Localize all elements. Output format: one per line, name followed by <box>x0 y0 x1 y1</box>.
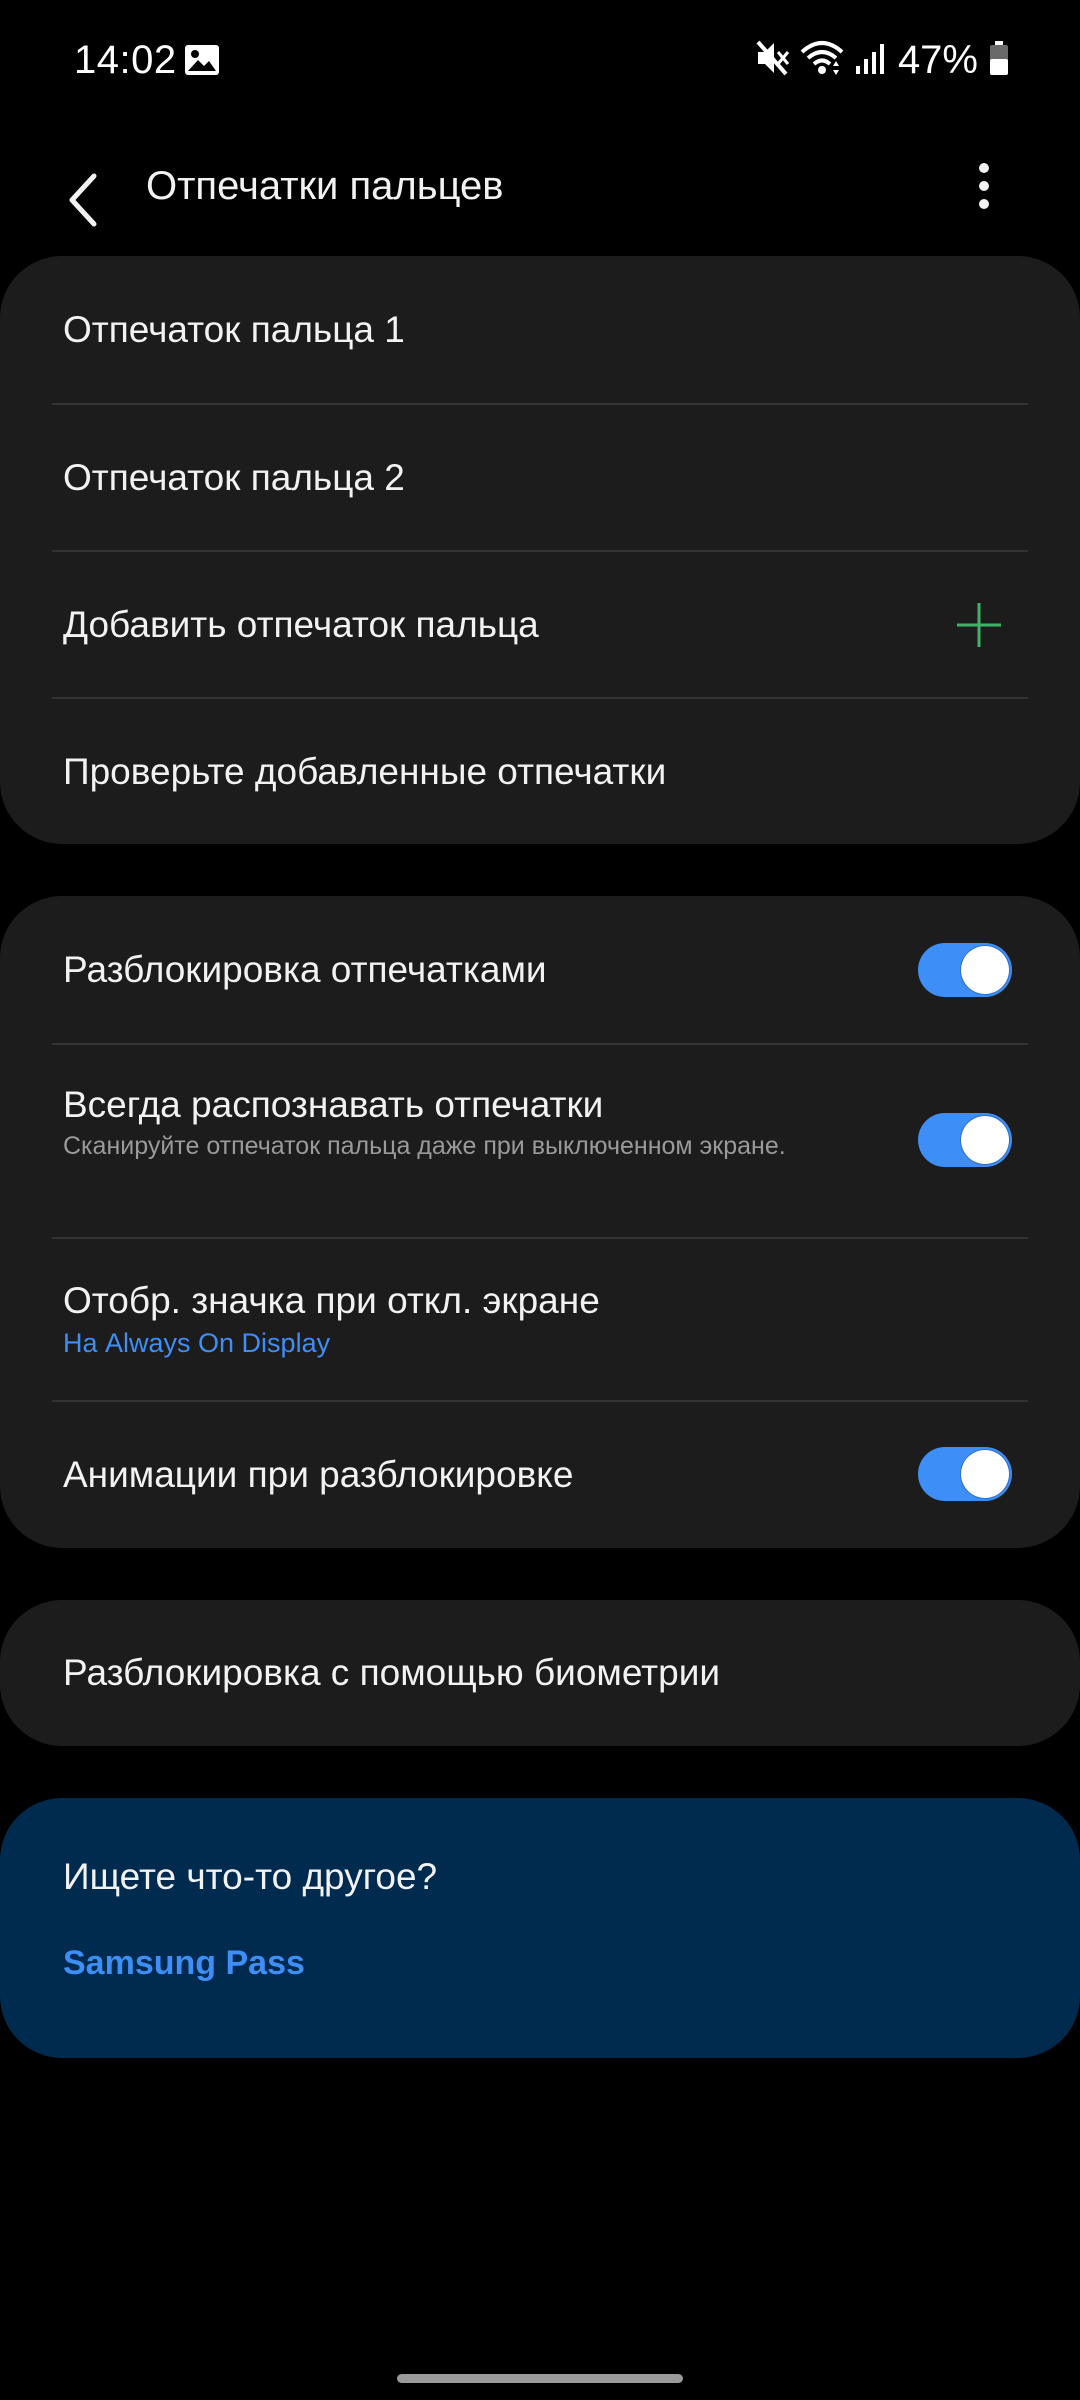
screen-off-icon-text: Отобр. значка при откл. экране На Always… <box>63 1277 600 1361</box>
status-icons: 47% <box>754 36 1010 84</box>
back-button[interactable] <box>48 164 120 236</box>
unlock-animation-item[interactable]: Анимации при разблокировке <box>52 1402 1028 1548</box>
check-fingerprints-label: Проверьте добавленные отпечатки <box>63 750 667 792</box>
wifi-icon <box>800 38 844 83</box>
always-on-fingerprint-description: Сканируйте отпечаток пальца даже при вык… <box>63 1132 786 1160</box>
biometric-unlock-item[interactable]: Разблокировка с помощью биометрии <box>52 1600 1028 1746</box>
more-vertical-icon <box>979 163 989 209</box>
chevron-left-icon <box>69 173 97 227</box>
battery-icon <box>988 38 1010 83</box>
samsung-pass-link[interactable]: Samsung Pass <box>63 1944 305 1983</box>
gesture-handle[interactable] <box>397 2374 683 2383</box>
more-options-button[interactable] <box>948 136 1020 236</box>
screen-off-icon-value: На Always On Display <box>63 1328 331 1358</box>
looking-for-else-card: Ищете что-то другое? Samsung Pass <box>0 1798 1080 2058</box>
fingerprint-item-label: Отпечаток пальца 1 <box>63 309 405 350</box>
mute-icon <box>754 38 790 83</box>
battery-percent: 47% <box>897 37 978 82</box>
add-fingerprint-item[interactable]: Добавить отпечаток пальца <box>52 552 1028 698</box>
status-bar: 14:02 47% <box>0 0 1080 124</box>
status-time: 14:02 <box>74 38 177 82</box>
biometrics-card: Разблокировка с помощью биометрии <box>0 1600 1080 1746</box>
fingerprints-card: Отпечаток пальца 1 Отпечаток пальца 2 До… <box>0 256 1080 844</box>
screen-off-icon-item[interactable]: Отобр. значка при откл. экране На Always… <box>52 1239 1028 1399</box>
unlock-animation-toggle[interactable] <box>918 1447 1012 1501</box>
add-fingerprint-label: Добавить отпечаток пальца <box>63 604 539 645</box>
fingerprint-unlock-label: Разблокировка отпечатками <box>63 949 547 990</box>
plus-icon <box>957 603 1001 647</box>
fingerprint-item-2[interactable]: Отпечаток пальца 2 <box>52 405 1028 551</box>
signal-icon <box>854 38 888 83</box>
always-on-fingerprint-text: Всегда распознавать отпечатки Сканируйте… <box>63 1081 823 1163</box>
page-title: Отпечатки пальцев <box>146 164 504 208</box>
toggle-knob <box>961 946 1009 994</box>
fingerprint-unlock-toggle[interactable] <box>918 943 1012 997</box>
always-on-fingerprint-toggle[interactable] <box>918 1113 1012 1167</box>
always-on-fingerprint-label: Всегда распознавать отпечатки <box>63 1084 604 1125</box>
check-fingerprints-item[interactable]: Проверьте добавленные отпечатки <box>52 699 1028 844</box>
biometric-unlock-label: Разблокировка с помощью биометрии <box>63 1652 721 1693</box>
fingerprint-unlock-item[interactable]: Разблокировка отпечатками <box>52 896 1028 1044</box>
gallery-icon <box>184 44 220 76</box>
fingerprint-item-label: Отпечаток пальца 2 <box>63 457 405 498</box>
fingerprint-item-1[interactable]: Отпечаток пальца 1 <box>52 256 1028 404</box>
unlock-animation-label: Анимации при разблокировке <box>63 1454 574 1495</box>
looking-for-else-title: Ищете что-то другое? <box>63 1856 438 1897</box>
always-on-fingerprint-item[interactable]: Всегда распознавать отпечатки Сканируйте… <box>52 1045 1028 1235</box>
toggle-knob <box>961 1116 1009 1164</box>
fingerprint-settings-card: Разблокировка отпечатками Всегда распозн… <box>0 896 1080 1548</box>
toggle-knob <box>961 1450 1009 1498</box>
screen-off-icon-label: Отобр. значка при откл. экране <box>63 1280 600 1321</box>
